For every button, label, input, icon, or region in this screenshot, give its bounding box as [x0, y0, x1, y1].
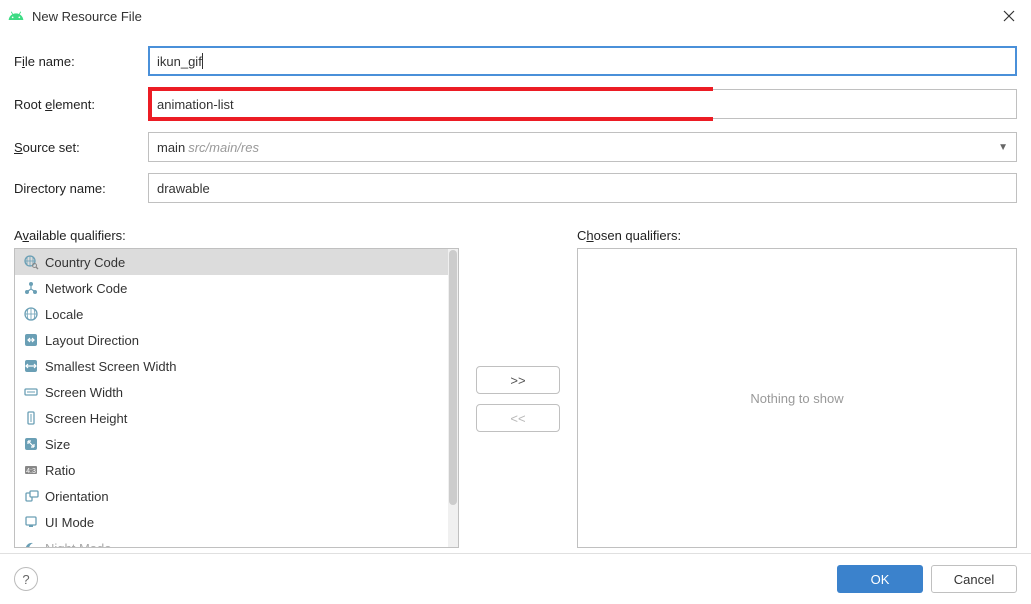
qualifiers-area: Available qualifiers: Country Code Networ… [0, 228, 1031, 548]
android-icon [8, 8, 24, 24]
directory-name-row: Directory name: drawable [14, 173, 1017, 203]
list-item-label: Screen Height [45, 411, 127, 426]
list-item[interactable]: Orientation [15, 483, 448, 509]
root-element-input-right[interactable] [713, 89, 1017, 119]
list-item[interactable]: Night Mode [15, 535, 448, 547]
close-icon[interactable] [995, 2, 1023, 30]
root-element-input[interactable]: animation-list [148, 87, 713, 121]
list-item-label: UI Mode [45, 515, 94, 530]
list-item-label: Ratio [45, 463, 75, 478]
form-area: File name: ikun_gif Root element: animat… [0, 32, 1031, 224]
expand-icon [23, 436, 39, 452]
directory-name-label: Directory name: [14, 181, 148, 196]
remove-qualifier-button: << [476, 404, 560, 432]
available-qualifiers-column: Available qualifiers: Country Code Networ… [14, 228, 459, 548]
ratio-icon: 4:3 [23, 462, 39, 478]
directory-name-input[interactable]: drawable [148, 173, 1017, 203]
ui-mode-icon [23, 514, 39, 530]
list-item-label: Network Code [45, 281, 127, 296]
list-item[interactable]: Locale [15, 301, 448, 327]
ok-button[interactable]: OK [837, 565, 923, 593]
nothing-to-show-text: Nothing to show [750, 391, 843, 406]
cancel-button[interactable]: Cancel [931, 565, 1017, 593]
list-item-label: Orientation [45, 489, 109, 504]
list-item[interactable]: Smallest Screen Width [15, 353, 448, 379]
height-icon [23, 410, 39, 426]
file-name-row: File name: ikun_gif [14, 46, 1017, 76]
add-qualifier-button[interactable]: >> [476, 366, 560, 394]
list-item[interactable]: Size [15, 431, 448, 457]
source-set-path: src/main/res [188, 140, 259, 155]
list-item-label: Layout Direction [45, 333, 139, 348]
width-icon [23, 384, 39, 400]
list-item-label: Country Code [45, 255, 125, 270]
list-item[interactable]: 4:3 Ratio [15, 457, 448, 483]
source-set-value: main [157, 140, 185, 155]
source-set-dropdown[interactable]: main src/main/res ▼ [148, 132, 1017, 162]
list-item-label: Size [45, 437, 70, 452]
list-item[interactable]: Screen Width [15, 379, 448, 405]
night-icon [23, 540, 39, 547]
list-item-label: Locale [45, 307, 83, 322]
scrollbar[interactable] [448, 249, 458, 547]
list-item-label: Night Mode [45, 541, 111, 548]
list-item[interactable]: Screen Height [15, 405, 448, 431]
chosen-qualifiers-column: Chosen qualifiers: Nothing to show [577, 228, 1017, 548]
file-name-input[interactable]: ikun_gif [148, 46, 1017, 76]
help-button[interactable]: ? [14, 567, 38, 591]
source-set-label: Source set: [14, 140, 148, 155]
move-buttons-column: >> << [471, 228, 565, 548]
chevron-down-icon: ▼ [998, 142, 1008, 153]
globe-search-icon [23, 254, 39, 270]
list-item-label: Smallest Screen Width [45, 359, 177, 374]
list-item[interactable]: UI Mode [15, 509, 448, 535]
list-item-label: Screen Width [45, 385, 123, 400]
list-item[interactable]: Country Code [15, 249, 448, 275]
globe-icon [23, 306, 39, 322]
chosen-qualifiers-label: Chosen qualifiers: [577, 228, 1017, 243]
arrows-h-icon [23, 358, 39, 374]
dialog-footer: ? OK Cancel [0, 553, 1031, 604]
titlebar: New Resource File [0, 0, 1031, 32]
orientation-icon [23, 488, 39, 504]
svg-text:4:3: 4:3 [26, 468, 36, 475]
source-set-row: Source set: main src/main/res ▼ [14, 132, 1017, 162]
available-qualifiers-listbox[interactable]: Country Code Network Code Locale Layout Dir… [14, 248, 459, 548]
root-element-row: Root element: animation-list [14, 87, 1017, 121]
file-name-label: File name: [14, 54, 148, 69]
root-element-label: Root element: [14, 97, 148, 112]
direction-icon [23, 332, 39, 348]
available-qualifiers-label: Available qualifiers: [14, 228, 459, 243]
list-item[interactable]: Network Code [15, 275, 448, 301]
network-icon [23, 280, 39, 296]
list-item[interactable]: Layout Direction [15, 327, 448, 353]
dialog-title: New Resource File [32, 9, 995, 24]
scrollbar-thumb[interactable] [449, 250, 457, 505]
chosen-qualifiers-listbox[interactable]: Nothing to show [577, 248, 1017, 548]
